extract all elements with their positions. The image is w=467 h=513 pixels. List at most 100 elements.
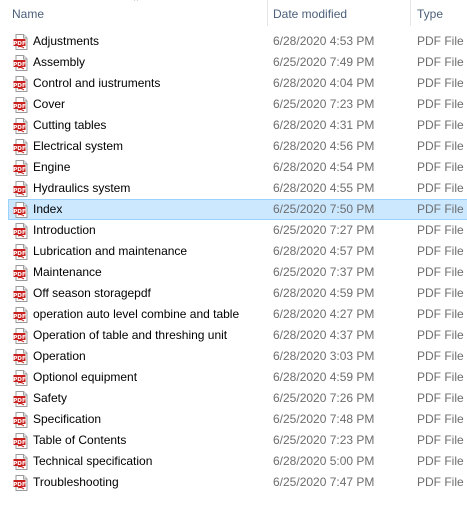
svg-text:PDF: PDF (13, 62, 26, 68)
file-date-modified: 6/28/2020 4:37 PM (273, 328, 375, 342)
pdf-file-icon: PDF (13, 223, 28, 239)
file-date-modified: 6/28/2020 4:59 PM (273, 370, 375, 384)
file-name[interactable]: Maintenance (33, 262, 269, 283)
svg-text:PDF: PDF (13, 419, 26, 425)
file-date-modified: 6/28/2020 4:53 PM (273, 34, 375, 48)
file-date-modified: 6/25/2020 7:48 PM (273, 412, 375, 426)
file-row[interactable]: PDF Control and iustruments 6/28/2020 4:04… (0, 73, 467, 94)
file-row[interactable]: PDF Introduction 6/25/2020 7:27 PM PDF File (0, 220, 467, 241)
column-header-date-modified[interactable]: Date modified (273, 6, 347, 22)
file-row[interactable]: PDF Cover 6/25/2020 7:23 PM PDF File (0, 94, 467, 115)
file-name[interactable]: Specification (33, 409, 269, 430)
pdf-file-icon: PDF (13, 475, 28, 491)
pdf-file-icon: PDF (13, 370, 28, 386)
file-date-modified: 6/28/2020 4:31 PM (273, 118, 375, 132)
file-type: PDF File (417, 244, 464, 258)
file-row[interactable]: PDF Cutting tables 6/28/2020 4:31 PM PDF Fi… (0, 115, 467, 136)
file-name[interactable]: Adjustments (33, 31, 269, 52)
file-name[interactable]: Lubrication and maintenance (33, 241, 269, 262)
file-row[interactable]: PDF Specification 6/25/2020 7:48 PM PDF Fil… (0, 409, 467, 430)
file-row[interactable]: PDF Troubleshooting 6/25/2020 7:47 PM PDF F… (0, 472, 467, 493)
file-type: PDF File (417, 181, 464, 195)
file-date-modified: 6/25/2020 7:27 PM (273, 223, 375, 237)
pdf-file-icon: PDF (13, 433, 28, 449)
pdf-file-icon: PDF (13, 97, 28, 113)
file-row[interactable]: PDF operation auto level combine and tabl… (0, 304, 467, 325)
file-type: PDF File (417, 202, 464, 216)
file-name[interactable]: Cover (33, 94, 269, 115)
file-row[interactable]: PDF Table of Contents 6/25/2020 7:23 PM PDF… (0, 430, 467, 451)
file-name[interactable]: Safety (33, 388, 269, 409)
file-type: PDF File (417, 412, 464, 426)
column-header-type[interactable]: Type (417, 6, 443, 22)
file-row[interactable]: PDF Electrical system 6/28/2020 4:56 PM PDF… (0, 136, 467, 157)
file-row[interactable]: PDF Safety 6/25/2020 7:26 PM PDF File (0, 388, 467, 409)
file-row[interactable]: PDF Technical specification 6/28/2020 5:00… (0, 451, 467, 472)
pdf-file-icon: PDF (13, 160, 28, 176)
file-date-modified: 6/28/2020 4:57 PM (273, 244, 375, 258)
file-row[interactable]: PDF Operation 6/28/2020 3:03 PM PDF File (0, 346, 467, 367)
svg-text:PDF: PDF (13, 482, 26, 488)
file-date-modified: 6/25/2020 7:23 PM (273, 433, 375, 447)
file-type: PDF File (417, 307, 464, 321)
svg-text:PDF: PDF (13, 251, 26, 257)
file-type: PDF File (417, 265, 464, 279)
file-name[interactable]: Table of Contents (33, 430, 269, 451)
svg-text:PDF: PDF (13, 356, 26, 362)
file-type: PDF File (417, 118, 464, 132)
file-row[interactable]: PDF Maintenance 6/25/2020 7:37 PM PDF File (0, 262, 467, 283)
file-row[interactable]: PDF Optionol equipment 6/28/2020 4:59 PM PD… (0, 367, 467, 388)
pdf-file-icon: PDF (13, 307, 28, 323)
svg-text:PDF: PDF (13, 272, 26, 278)
column-divider[interactable] (267, 0, 268, 26)
pdf-file-icon: PDF (13, 265, 28, 281)
file-date-modified: 6/28/2020 4:04 PM (273, 76, 375, 90)
file-name[interactable]: Electrical system (33, 136, 269, 157)
file-name[interactable]: Control and iustruments (33, 73, 269, 94)
file-name[interactable]: Off season storagepdf (33, 283, 269, 304)
file-name[interactable]: Hydraulics system (33, 178, 269, 199)
file-row[interactable]: PDF Operation of table and threshing unit… (0, 325, 467, 346)
file-name[interactable]: Assembly (33, 52, 269, 73)
file-name[interactable]: Engine (33, 157, 269, 178)
column-header-name[interactable]: Name (12, 6, 44, 22)
pdf-file-icon: PDF (13, 118, 28, 134)
file-row[interactable]: PDF Off season storagepdf 6/28/2020 4:59 P… (0, 283, 467, 304)
file-date-modified: 6/28/2020 4:54 PM (273, 160, 375, 174)
file-name[interactable]: Operation of table and threshing unit (33, 325, 269, 346)
file-type: PDF File (417, 160, 464, 174)
pdf-file-icon: PDF (13, 34, 28, 50)
file-name[interactable]: Optionol equipment (33, 367, 269, 388)
sort-ascending-icon: ⌃ (132, 0, 140, 7)
pdf-file-icon: PDF (13, 244, 28, 260)
pdf-file-icon: PDF (13, 55, 28, 71)
file-row[interactable]: PDF Hydraulics system 6/28/2020 4:55 PM PDF… (0, 178, 467, 199)
file-row[interactable]: PDF Engine 6/28/2020 4:54 PM PDF File (0, 157, 467, 178)
file-name[interactable]: Operation (33, 346, 269, 367)
file-row[interactable]: PDF Adjustments 6/28/2020 4:53 PM PDF File (0, 31, 467, 52)
svg-text:PDF: PDF (13, 440, 26, 446)
file-name[interactable]: Troubleshooting (33, 472, 269, 493)
file-row[interactable]: PDF Index 6/25/2020 7:50 PM PDF File (0, 199, 467, 220)
file-name[interactable]: Cutting tables (33, 115, 269, 136)
svg-text:PDF: PDF (13, 293, 26, 299)
file-date-modified: 6/25/2020 7:23 PM (273, 97, 375, 111)
pdf-file-icon: PDF (13, 454, 28, 470)
file-name[interactable]: Technical specification (33, 451, 269, 472)
file-date-modified: 6/28/2020 3:03 PM (273, 349, 375, 363)
column-divider[interactable] (410, 0, 411, 26)
svg-text:PDF: PDF (13, 398, 26, 404)
pdf-file-icon: PDF (13, 412, 28, 428)
file-row[interactable]: PDF Assembly 6/25/2020 7:49 PM PDF File (0, 52, 467, 73)
svg-text:PDF: PDF (13, 188, 26, 194)
file-name[interactable]: operation auto level combine and table (33, 304, 269, 325)
file-type: PDF File (417, 286, 464, 300)
svg-text:PDF: PDF (13, 125, 26, 131)
file-row[interactable]: PDF Lubrication and maintenance 6/28/2020 … (0, 241, 467, 262)
file-type: PDF File (417, 34, 464, 48)
file-name[interactable]: Introduction (33, 220, 269, 241)
pdf-file-icon: PDF (13, 349, 28, 365)
file-name[interactable]: Index (33, 199, 269, 220)
file-type: PDF File (417, 55, 464, 69)
file-explorer-details-view: ⌃ Name Date modified Type PDF Adjustments… (0, 0, 467, 513)
